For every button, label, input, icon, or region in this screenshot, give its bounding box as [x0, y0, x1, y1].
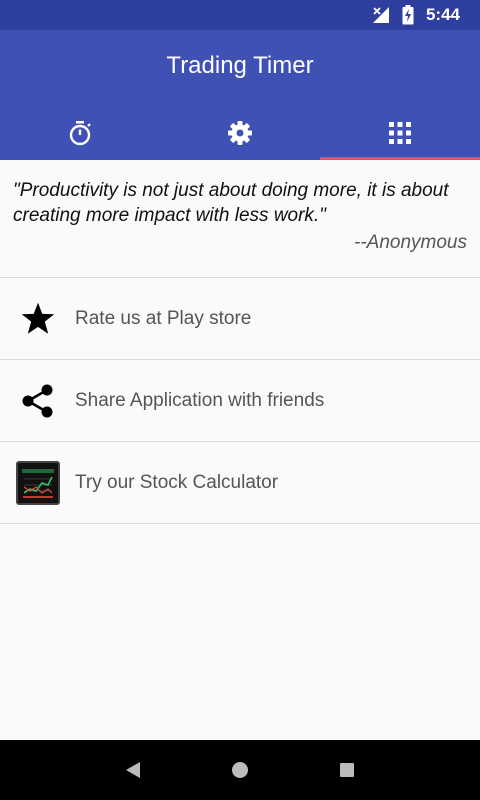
quote-text: "Productivity is not just about doing mo…	[13, 180, 449, 226]
tab-apps[interactable]	[320, 110, 480, 160]
rate-us-label: Rate us at Play store	[75, 307, 252, 329]
app-bar: Trading Timer	[0, 30, 480, 160]
rate-us-item[interactable]: Rate us at Play store	[0, 278, 480, 360]
recents-button[interactable]	[327, 750, 367, 790]
quote-author: --Anonymous	[354, 232, 467, 253]
system-nav-bar	[0, 740, 480, 800]
star-icon	[0, 278, 75, 360]
quote-block: "Productivity is not just about doing mo…	[0, 160, 480, 278]
stopwatch-icon	[67, 120, 93, 151]
share-icon	[0, 360, 75, 442]
status-bar: 5:44	[0, 0, 480, 30]
home-button[interactable]	[220, 750, 260, 790]
stock-calculator-item[interactable]: Try our Stock Calculator	[0, 442, 480, 524]
tab-timer[interactable]	[0, 110, 160, 160]
stock-calculator-icon	[15, 460, 60, 505]
tab-settings[interactable]	[160, 110, 320, 160]
gear-icon	[227, 120, 253, 151]
status-time: 5:44	[425, 5, 460, 24]
app-title: Trading Timer	[166, 52, 314, 79]
no-signal-icon	[372, 6, 390, 24]
stock-calculator-label: Try our Stock Calculator	[75, 471, 279, 493]
battery-charging-icon	[402, 5, 414, 25]
share-app-label: Share Application with friends	[75, 389, 325, 411]
grid-icon	[388, 121, 412, 150]
back-button[interactable]	[113, 750, 153, 790]
share-app-item[interactable]: Share Application with friends	[0, 360, 480, 442]
tab-bar	[0, 110, 480, 160]
